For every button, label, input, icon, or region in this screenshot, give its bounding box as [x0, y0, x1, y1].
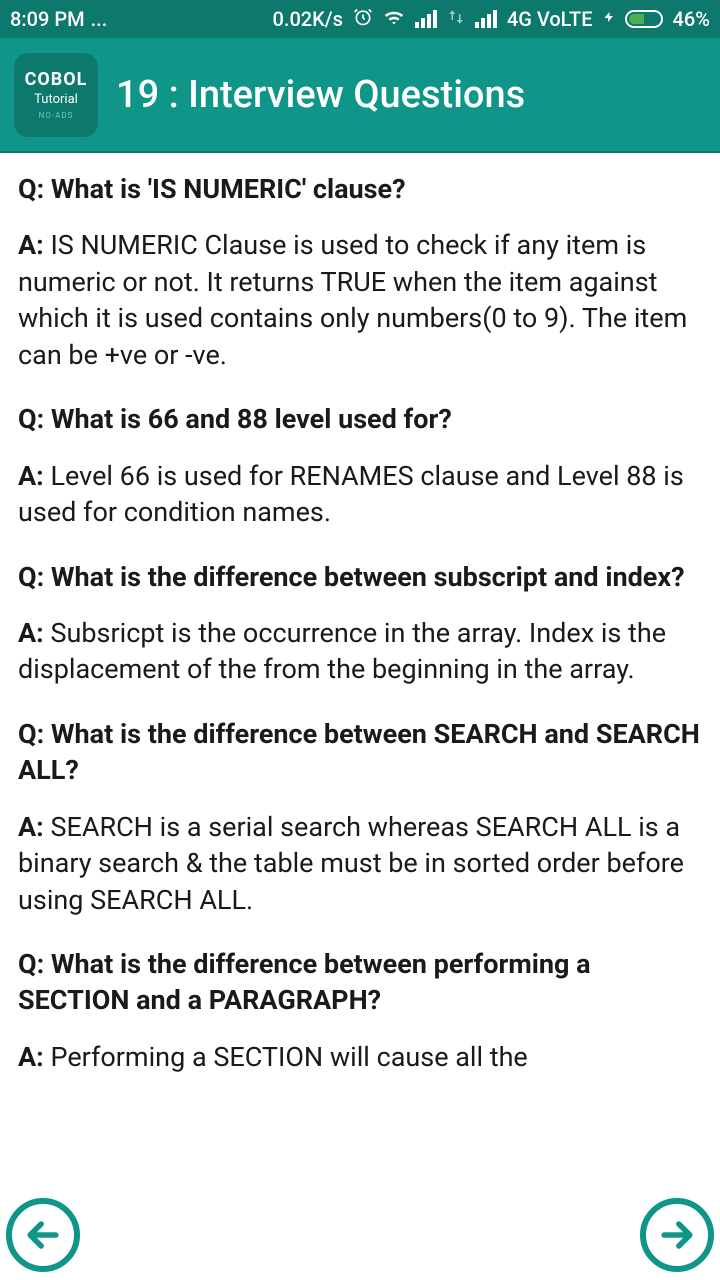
app-bar: COBOL Tutorial NO-ADS 19 : Interview Que…	[0, 38, 720, 153]
signal-icon-2	[475, 10, 497, 28]
answer-text: A: Level 66 is used for RENAMES clause a…	[18, 458, 702, 531]
page-title: 19 : Interview Questions	[116, 73, 525, 117]
app-icon-line3: NO-ADS	[39, 111, 74, 120]
answer-text: A: Subsricpt is the occurrence in the ar…	[18, 615, 702, 688]
answer-text: A: IS NUMERIC Clause is used to check if…	[18, 227, 702, 373]
network-label: 4G VoLTE	[507, 7, 593, 31]
app-icon-line2: Tutorial	[34, 92, 78, 107]
question-text: Q: What is the difference between perfor…	[18, 946, 702, 1019]
charging-icon	[603, 7, 615, 31]
status-speed: 0.02K/s	[273, 7, 343, 31]
next-button[interactable]	[640, 1198, 714, 1272]
question-text: Q: What is 66 and 88 level used for?	[18, 401, 702, 437]
qa-item: Q: What is 66 and 88 level used for? A: …	[18, 401, 702, 530]
arrow-left-icon	[21, 1213, 65, 1257]
app-icon-line1: COBOL	[25, 69, 88, 90]
question-text: Q: What is the difference between SEARCH…	[18, 716, 702, 789]
battery-percent: 46%	[673, 7, 710, 31]
status-dots: ...	[91, 7, 108, 31]
prev-button[interactable]	[6, 1198, 80, 1272]
data-arrows-icon	[447, 7, 465, 31]
question-text: Q: What is 'IS NUMERIC' clause?	[18, 171, 702, 207]
battery-icon	[625, 10, 663, 28]
status-bar: 8:09 PM ... 0.02K/s 4G VoLTE 46%	[0, 0, 720, 38]
answer-text: A: Performing a SECTION will cause all t…	[18, 1039, 702, 1075]
status-time: 8:09 PM	[10, 7, 85, 31]
answer-text: A: SEARCH is a serial search whereas SEA…	[18, 809, 702, 918]
content-area: Q: What is 'IS NUMERIC' clause? A: IS NU…	[0, 153, 720, 1075]
qa-item: Q: What is the difference between subscr…	[18, 559, 702, 688]
qa-item: Q: What is 'IS NUMERIC' clause? A: IS NU…	[18, 171, 702, 373]
app-icon[interactable]: COBOL Tutorial NO-ADS	[14, 53, 98, 137]
arrow-right-icon	[655, 1213, 699, 1257]
wifi-icon	[383, 6, 405, 33]
qa-item: Q: What is the difference between perfor…	[18, 946, 702, 1075]
alarm-icon	[353, 7, 373, 32]
qa-item: Q: What is the difference between SEARCH…	[18, 716, 702, 918]
signal-icon-1	[415, 10, 437, 28]
question-text: Q: What is the difference between subscr…	[18, 559, 702, 595]
